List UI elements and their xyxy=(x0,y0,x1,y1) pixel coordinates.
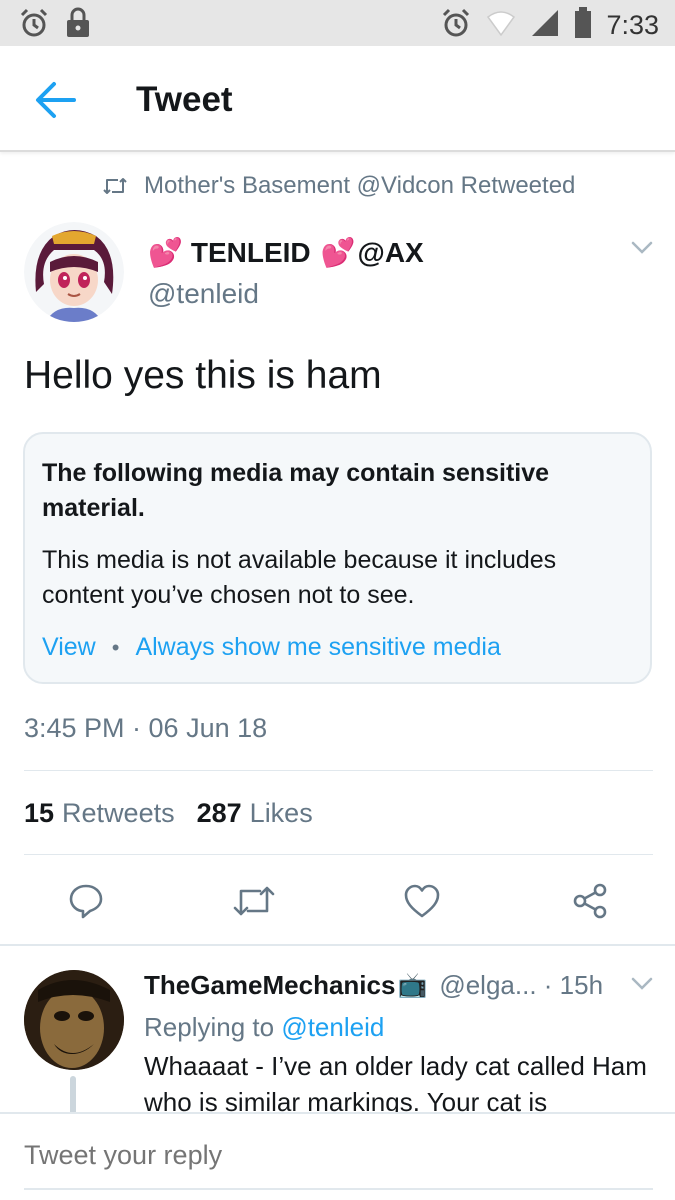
retweet-context[interactable]: Mother's Basement @Vidcon Retweeted xyxy=(102,172,575,200)
page-title: Tweet xyxy=(136,80,233,119)
likes-count: 287 xyxy=(196,798,242,828)
reply-text: Whaaaat - I’ve an older lady cat called … xyxy=(144,1051,647,1117)
retweet-icon xyxy=(233,886,275,916)
author-avatar[interactable] xyxy=(24,222,124,322)
like-button[interactable] xyxy=(398,875,446,927)
heart-emoji-icon: 💕 xyxy=(148,237,183,268)
sensitive-media-title: The following media may contain sensitiv… xyxy=(42,459,550,522)
reply-author-name: TheGameMechanics xyxy=(144,970,396,1000)
retweet-context-text: Mother's Basement @Vidcon Retweeted xyxy=(144,172,576,199)
back-button[interactable] xyxy=(34,80,78,120)
view-link[interactable]: View xyxy=(42,633,96,662)
divider xyxy=(24,854,653,855)
author-name-text: TENLEID xyxy=(190,236,311,268)
likes-stat[interactable]: 287 Likes xyxy=(197,798,313,829)
share-icon xyxy=(573,883,607,919)
author-name-tail: @AX xyxy=(357,236,424,268)
replying-to: Replying to @tenleid xyxy=(144,1012,384,1043)
separator-dot: • xyxy=(111,634,120,660)
status-bar: 7:33 xyxy=(0,0,675,46)
like-icon xyxy=(404,884,440,918)
tweet-menu-button[interactable] xyxy=(630,240,654,261)
thread-line xyxy=(70,1076,76,1116)
retweets-count: 15 xyxy=(24,798,55,828)
sensitive-media-body: This media is not available because it i… xyxy=(42,546,557,609)
sensitive-media-card: The following media may contain sensitiv… xyxy=(23,432,652,684)
reply-header[interactable]: TheGameMechanics 📺 @elga... · 15h xyxy=(144,970,603,1001)
status-right-icons: 7:33 xyxy=(440,7,659,44)
alarm-icon xyxy=(440,7,472,44)
always-show-sensitive-link[interactable]: Always show me sensitive media xyxy=(135,633,500,662)
reply-composer xyxy=(0,1112,675,1200)
heart-emoji-icon: 💕 xyxy=(320,237,356,268)
reply-avatar[interactable] xyxy=(24,970,124,1070)
retweets-stat[interactable]: 15 Retweets xyxy=(24,798,175,829)
reply-button[interactable] xyxy=(62,875,110,927)
battery-icon xyxy=(574,7,592,44)
reply-menu-button[interactable] xyxy=(630,976,654,997)
wifi-icon xyxy=(486,9,516,42)
retweet-button[interactable] xyxy=(230,875,278,927)
section-divider xyxy=(0,944,675,946)
author-display-name[interactable]: 💕 TENLEID 💕 @AX xyxy=(148,236,424,269)
divider xyxy=(24,770,653,771)
sensitive-media-actions: View • Always show me sensitive media xyxy=(42,633,501,662)
replying-to-handle[interactable]: @tenleid xyxy=(281,1012,384,1042)
alarm-icon xyxy=(18,7,50,44)
tweet-stats: 15 Retweets 287 Likes xyxy=(24,798,313,829)
composer-underline xyxy=(24,1188,653,1190)
likes-label: Likes xyxy=(249,798,313,828)
tv-emoji-icon: 📺 xyxy=(397,972,428,999)
tweet-actions xyxy=(0,875,675,927)
signal-icon xyxy=(530,8,560,43)
chevron-down-icon xyxy=(631,241,653,254)
retweet-small-icon xyxy=(103,178,127,194)
replying-to-label: Replying to xyxy=(144,1012,275,1042)
lock-icon xyxy=(64,7,92,44)
share-button[interactable] xyxy=(566,875,614,927)
tweet-text: Hello yes this is ham xyxy=(24,354,382,397)
status-time: 7:33 xyxy=(606,10,659,40)
reply-icon xyxy=(69,884,103,919)
app-bar: Tweet xyxy=(0,46,675,152)
status-left-icons xyxy=(18,7,92,44)
reply-handle-time: @elga... · 15h xyxy=(439,970,604,1000)
retweets-label: Retweets xyxy=(62,798,175,828)
tweet-timestamp: 3:45 PM · 06 Jun 18 xyxy=(24,713,268,743)
chevron-down-icon xyxy=(631,977,653,990)
tweet-reply-input[interactable] xyxy=(24,1140,624,1171)
back-arrow-icon xyxy=(36,82,76,118)
author-handle[interactable]: @tenleid xyxy=(148,278,259,310)
